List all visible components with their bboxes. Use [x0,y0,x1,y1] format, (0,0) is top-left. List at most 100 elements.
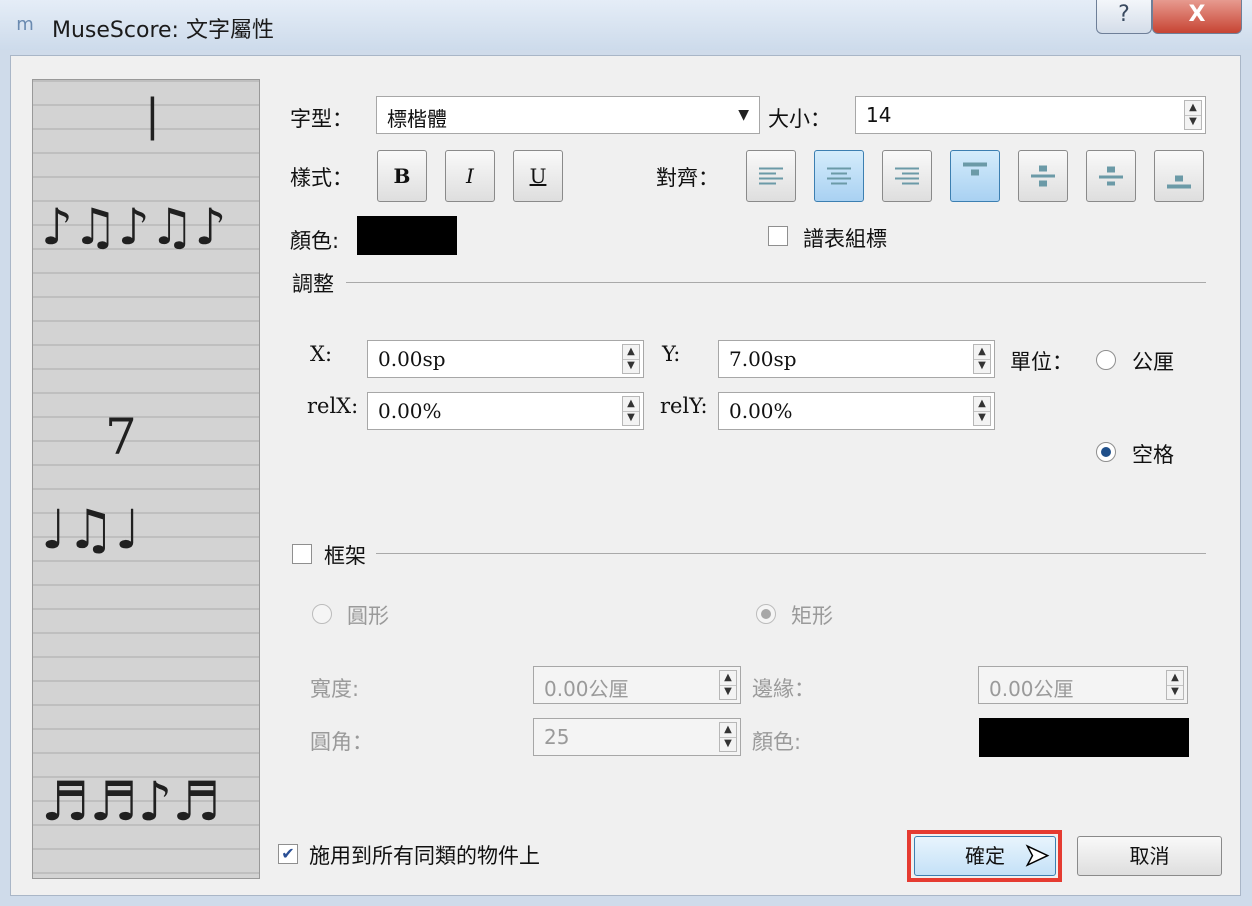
frame-round-label: 圓角： [310,730,373,754]
spin-down-icon[interactable]: ▼ [623,359,639,373]
frame-checkbox[interactable] [292,544,312,564]
score-notes-row-2: ♩♫♩ [41,498,141,561]
spin-down-icon[interactable]: ▼ [1185,115,1201,129]
frame-box-label: 矩形 [791,604,833,628]
align-vcenter-icon [1031,163,1055,190]
frame-label: 框架 [324,544,366,568]
align-top-button[interactable] [950,150,1000,202]
frame-width-spin-buttons[interactable]: ▲ ▼ [719,670,737,700]
align-bottom-icon [1167,173,1191,192]
spin-down-icon[interactable]: ▼ [974,359,990,373]
score-stem-mark: | [145,90,160,141]
rely-spinbox[interactable]: 0.00% ▲ ▼ [718,392,995,430]
spin-down-icon[interactable]: ▼ [623,411,639,425]
offset-section-divider [346,282,1206,283]
align-vcenter-button[interactable] [1018,150,1068,202]
font-size-spin-buttons[interactable]: ▲ ▼ [1184,100,1202,130]
frame-width-value: 0.00公厘 [544,677,629,701]
spin-up-icon[interactable]: ▲ [720,723,736,738]
x-label: X: [310,342,333,366]
spin-down-icon[interactable]: ▼ [720,685,736,699]
frame-round-value: 25 [544,725,570,749]
frame-margin-label: 邊緣： [752,677,815,701]
frame-margin-value: 0.00公厘 [989,677,1074,701]
title-bar: m MuseScore: 文字屬性 ? X [0,0,1252,50]
spin-down-icon[interactable]: ▼ [974,411,990,425]
close-button[interactable]: X [1152,0,1242,34]
frame-section-divider [376,553,1206,554]
score-rest: 7 [105,408,137,466]
font-size-value: 14 [866,103,892,127]
unit-mm-radio[interactable] [1096,350,1116,370]
underline-button[interactable]: U [513,150,563,202]
mouse-cursor-icon: ➤ [1023,837,1050,874]
musescore-app-icon: m [16,14,34,35]
spin-up-icon[interactable]: ▲ [1185,101,1201,116]
x-spin-buttons[interactable]: ▲ ▼ [622,344,640,374]
relx-value: 0.00% [378,399,442,423]
align-right-button[interactable] [882,150,932,202]
offset-section-label: 調整 [292,272,334,296]
unit-space-radio[interactable] [1096,442,1116,462]
rely-label: relY: [660,394,708,418]
relx-label: relX: [307,394,359,418]
frame-color-label: 顏色: [752,730,802,754]
rely-value: 0.00% [729,399,793,423]
system-flag-checkbox[interactable] [768,226,788,246]
font-family-select[interactable]: 標楷體 ▼ [376,96,760,134]
italic-button[interactable]: I [445,150,495,202]
font-family-value: 標楷體 [387,107,447,131]
align-left-icon [759,165,783,188]
color-label: 顏色: [290,229,340,253]
frame-round-spinbox[interactable]: 25 ▲ ▼ [533,718,741,756]
frame-circle-label: 圓形 [347,604,389,628]
frame-margin-spin-buttons[interactable]: ▲ ▼ [1166,670,1184,700]
close-icon: X [1188,2,1206,27]
frame-round-spin-buttons[interactable]: ▲ ▼ [719,722,737,752]
font-size-spinbox[interactable]: 14 ▲ ▼ [855,96,1206,134]
align-top-icon [963,159,987,178]
relx-spin-buttons[interactable]: ▲ ▼ [622,396,640,426]
spin-up-icon[interactable]: ▲ [623,397,639,412]
cancel-button[interactable]: 取消 [1077,836,1222,876]
spin-up-icon[interactable]: ▲ [1167,671,1183,686]
spin-up-icon[interactable]: ▲ [720,671,736,686]
align-center-button[interactable] [814,150,864,202]
frame-margin-spinbox[interactable]: 0.00公厘 ▲ ▼ [978,666,1188,704]
y-label: Y: [662,342,681,366]
spin-up-icon[interactable]: ▲ [623,345,639,360]
dropdown-arrow-icon: ▼ [738,107,749,123]
rely-spin-buttons[interactable]: ▲ ▼ [973,396,991,426]
align-label: 對齊： [656,166,719,190]
text-color-swatch[interactable] [357,216,457,255]
relx-spinbox[interactable]: 0.00% ▲ ▼ [367,392,644,430]
spin-up-icon[interactable]: ▲ [974,397,990,412]
x-offset-value: 0.00sp [378,347,446,371]
y-spin-buttons[interactable]: ▲ ▼ [973,344,991,374]
score-notes-row-3: ♬♬♪♬ [41,770,221,833]
bold-button[interactable]: B [377,150,427,202]
align-left-button[interactable] [746,150,796,202]
frame-width-label: 寬度: [310,677,360,701]
frame-width-spinbox[interactable]: 0.00公厘 ▲ ▼ [533,666,741,704]
frame-circle-radio[interactable] [312,604,332,624]
align-bottom-button[interactable] [1154,150,1204,202]
help-icon: ? [1118,2,1130,27]
font-size-label: 大小： [768,107,831,131]
x-offset-spinbox[interactable]: 0.00sp ▲ ▼ [367,340,644,378]
spin-down-icon[interactable]: ▼ [720,737,736,751]
y-offset-spinbox[interactable]: 7.00sp ▲ ▼ [718,340,995,378]
align-baseline-button[interactable] [1086,150,1136,202]
align-center-icon [827,165,851,188]
align-baseline-icon [1099,164,1123,189]
frame-box-radio[interactable] [756,604,776,624]
spin-down-icon[interactable]: ▼ [1167,685,1183,699]
spin-up-icon[interactable]: ▲ [974,345,990,360]
help-button[interactable]: ? [1096,0,1152,34]
dialog-window: m MuseScore: 文字屬性 ? X | ♪♫♪♫♪ 7 ♩♫♩ ♬♬♪♬… [0,0,1252,906]
frame-color-swatch[interactable] [979,718,1189,757]
unit-mm-label: 公厘 [1132,350,1174,374]
apply-all-label: 施用到所有同類的物件上 [309,844,540,868]
apply-all-checkbox[interactable]: ✔ [278,844,298,864]
font-label: 字型： [290,107,353,131]
